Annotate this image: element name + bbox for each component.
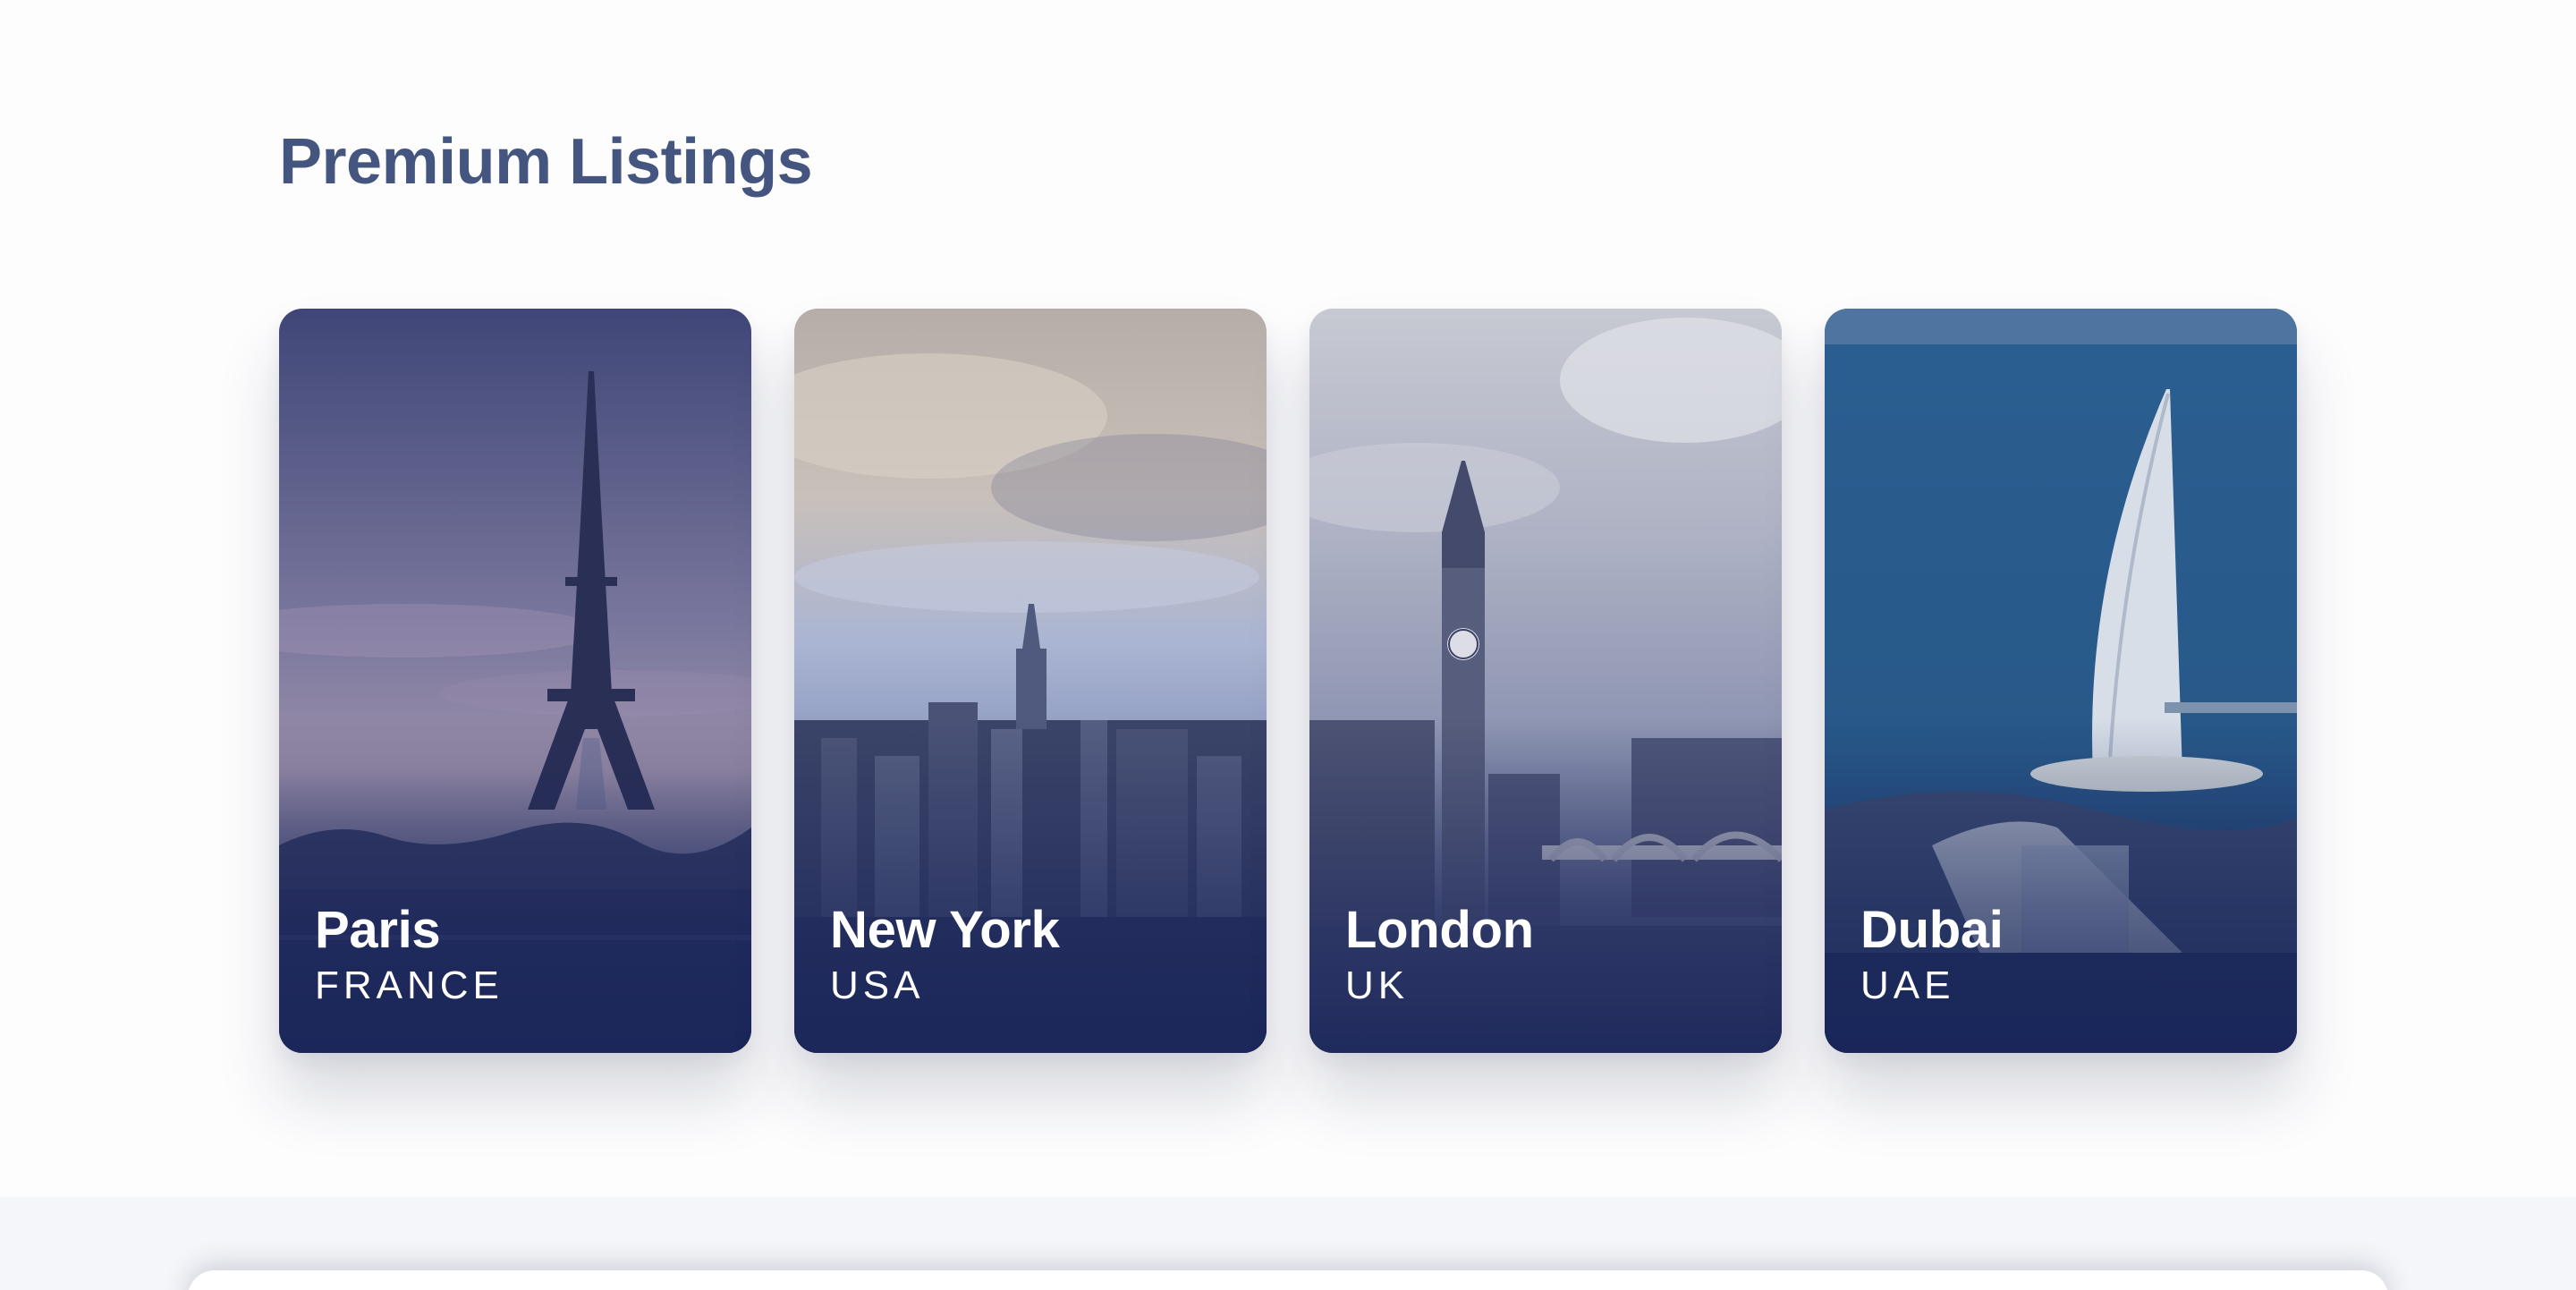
card-country: UK <box>1345 963 1410 1007</box>
section-title: Premium Listings <box>279 126 813 198</box>
card-city: Paris <box>315 901 441 960</box>
card-country: USA <box>830 963 925 1007</box>
card-city: Dubai <box>1860 901 2004 960</box>
listing-card-paris[interactable]: Paris FRANCE <box>279 309 751 1053</box>
listing-cards: Paris FRANCE New York USA London UK Duba… <box>279 309 2297 1053</box>
listing-card-new-york[interactable]: New York USA <box>794 309 1267 1053</box>
page: Premium Listings Paris FRANCE New York U… <box>0 0 2576 1290</box>
listing-card-london[interactable]: London UK <box>1309 309 1782 1053</box>
footer-card <box>188 1270 2388 1290</box>
card-country: FRANCE <box>315 963 504 1007</box>
card-country: UAE <box>1860 963 1955 1007</box>
listing-card-dubai[interactable]: Dubai UAE <box>1825 309 2297 1053</box>
card-city: New York <box>830 901 1060 960</box>
card-city: London <box>1345 901 1534 960</box>
